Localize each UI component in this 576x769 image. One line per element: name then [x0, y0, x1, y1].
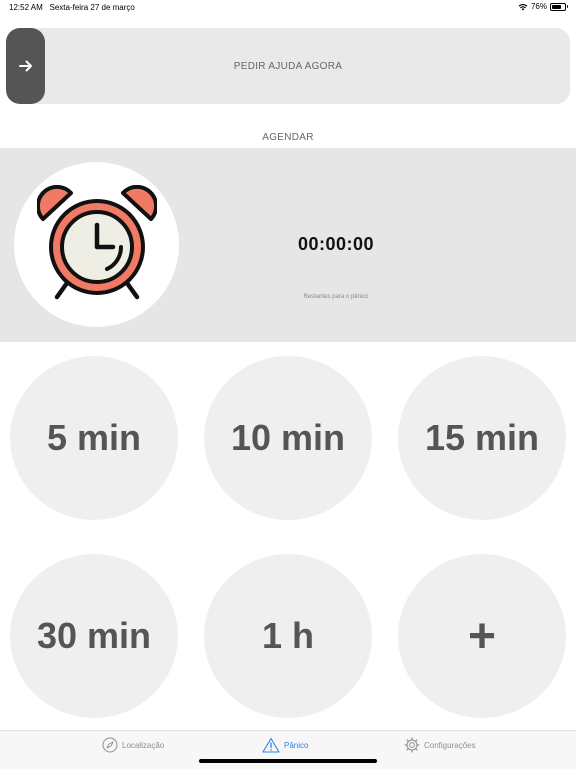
battery-percent: 76% [530, 2, 547, 11]
preset-1-h-button[interactable]: 1 h [204, 554, 372, 718]
status-indicators: 76% [518, 2, 568, 11]
arrow-right-icon [18, 60, 32, 72]
tab-panico-label: Pânico [284, 740, 309, 750]
tab-localizacao[interactable]: Localização [102, 737, 164, 753]
status-time: 12:52 AM [9, 3, 43, 12]
tab-panico[interactable]: Pânico [262, 737, 308, 753]
status-date: Sexta-feira 27 de março [49, 3, 135, 12]
panic-slider-knob[interactable] [6, 28, 45, 104]
tab-configuracoes-label: Configurações [424, 740, 476, 750]
tab-localizacao-label: Localização [122, 740, 165, 750]
status-bar: 12:52 AM Sexta-feira 27 de março 76% [0, 0, 576, 16]
countdown-caption: Restantes para o pânico [303, 294, 369, 300]
battery-icon [550, 2, 568, 11]
panic-slider-label: PEDIR AJUDA AGORA [233, 60, 343, 72]
tab-configuracoes[interactable]: Configurações [404, 737, 476, 753]
panic-slider[interactable]: PEDIR AJUDA AGORA [6, 28, 570, 104]
home-indicator [199, 759, 377, 763]
preset-5-min-button[interactable]: 5 min [10, 356, 178, 520]
compass-icon [102, 737, 118, 753]
alarm-clock-badge [14, 162, 179, 327]
tab-bar: Localização Pânico Configurações [0, 730, 576, 769]
warning-icon [262, 737, 280, 753]
status-time-date: 12:52 AM Sexta-feira 27 de março [9, 3, 135, 12]
alarm-clock-icon [36, 184, 157, 299]
preset-30-min-button[interactable]: 30 min [10, 554, 178, 718]
countdown-timer: 00:00:00 [297, 234, 375, 254]
wifi-icon [518, 3, 528, 10]
schedule-title: AGENDAR [262, 132, 314, 143]
gear-icon [404, 737, 420, 753]
preset-15-min-button[interactable]: 15 min [398, 356, 566, 520]
add-custom-time-button[interactable]: + [398, 554, 566, 718]
timer-panel: 00:00:00 Restantes para o pânico [0, 148, 576, 342]
preset-10-min-button[interactable]: 10 min [204, 356, 372, 520]
